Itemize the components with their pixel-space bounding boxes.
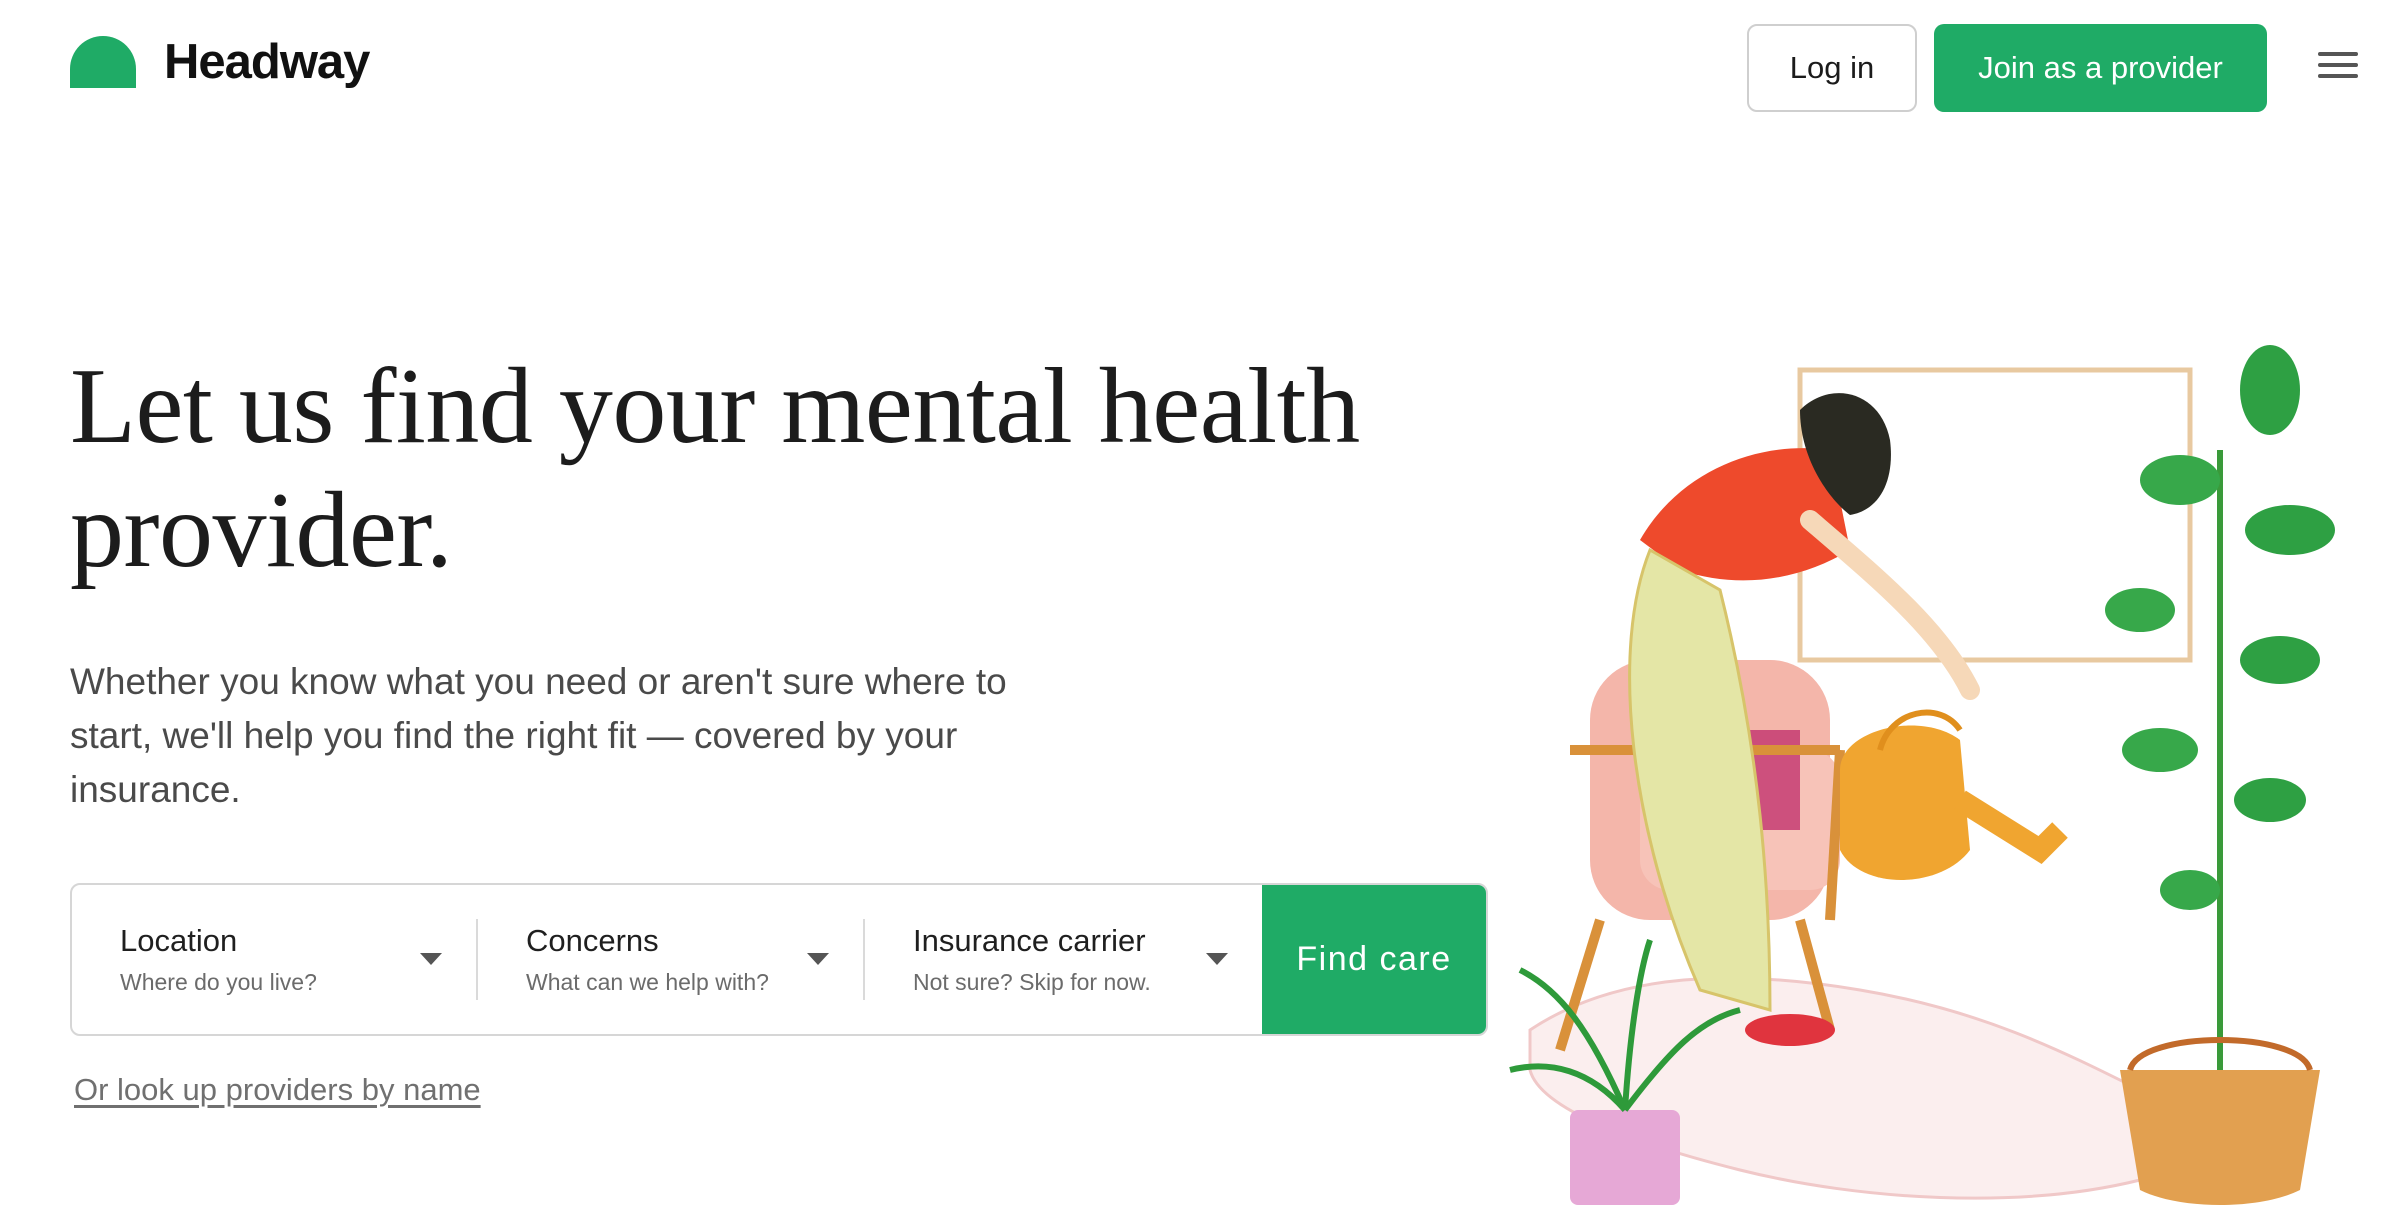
- provider-search-bar: Location Where do you live? Concerns Wha…: [70, 883, 1488, 1036]
- brand-logo[interactable]: Headway: [70, 34, 370, 89]
- tall-plant: [2105, 345, 2335, 1090]
- find-care-button[interactable]: Find care: [1262, 885, 1486, 1034]
- headway-logo-icon: [70, 36, 136, 88]
- hamburger-menu-icon[interactable]: [2318, 52, 2358, 82]
- concerns-hint: What can we help with?: [526, 968, 769, 995]
- login-button[interactable]: Log in: [1747, 24, 1917, 112]
- location-select[interactable]: Location Where do you live?: [72, 885, 476, 1034]
- brand-name: Headway: [164, 34, 370, 89]
- lookup-providers-by-name-link[interactable]: Or look up providers by name: [74, 1072, 481, 1108]
- woman-watering-plants-illustration: [1509, 345, 2335, 1205]
- join-as-provider-button[interactable]: Join as a provider: [1934, 24, 2267, 112]
- chevron-down-icon: [420, 953, 442, 965]
- location-hint: Where do you live?: [120, 968, 317, 995]
- site-header: Headway Log in Join as a provider: [0, 0, 2402, 140]
- basket-pot: [2120, 1070, 2320, 1205]
- insurance-hint: Not sure? Skip for now.: [913, 968, 1151, 995]
- watering-can: [1840, 709, 2068, 880]
- hero-title: Let us find your mental health provider.: [70, 347, 1360, 590]
- hero-subtitle: Whether you know what you need or aren't…: [70, 661, 1007, 810]
- insurance-carrier-select[interactable]: Insurance carrier Not sure? Skip for now…: [865, 885, 1262, 1034]
- chevron-down-icon: [807, 953, 829, 965]
- chevron-down-icon: [1206, 953, 1228, 965]
- concerns-select[interactable]: Concerns What can we help with?: [478, 885, 863, 1034]
